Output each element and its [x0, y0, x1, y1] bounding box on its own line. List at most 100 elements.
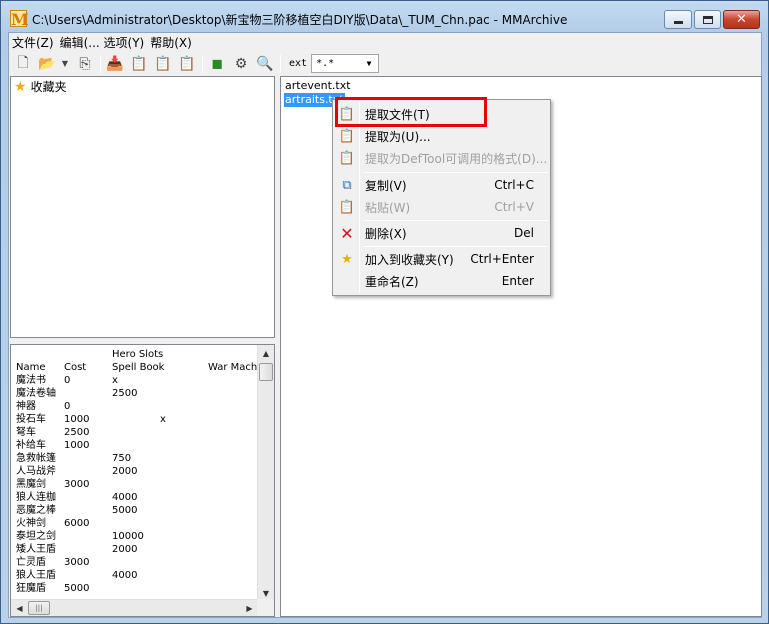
horizontal-scrollbar[interactable]: ◀ ||| ▶ — [11, 599, 258, 616]
menu-delete[interactable]: ✕ 删除(X) Del — [335, 222, 548, 244]
preview-cell: 5000 — [64, 583, 90, 594]
menu-separator — [363, 220, 548, 221]
favorites-tree[interactable]: ★ 收藏夹 — [10, 76, 275, 338]
extract-deftool-icon[interactable]: 📋 — [177, 54, 197, 74]
copy-icon: ⧉ — [342, 177, 352, 193]
menu-shortcut: Ctrl+V — [494, 200, 534, 214]
menu-separator — [363, 172, 548, 173]
menu-label: 提取为DefTool可调用的格式(D)... — [365, 151, 548, 166]
menu-paste[interactable]: 📋 粘贴(W) Ctrl+V — [335, 196, 548, 218]
menu-add-favorite[interactable]: ★ 加入到收藏夹(Y) Ctrl+Enter — [335, 248, 548, 270]
preview-row: 魔法书 0 x — [15, 374, 259, 387]
app-logo-icon: M — [10, 10, 29, 29]
file-item[interactable]: artevent.txt — [284, 79, 352, 93]
toolbar-separator — [100, 54, 101, 73]
find-icon[interactable]: 🔍 — [255, 54, 275, 74]
menu-rename[interactable]: 重命名(Z) Enter — [335, 270, 548, 292]
favorite-star-icon: ★ — [341, 251, 353, 267]
toolbar-separator — [202, 54, 203, 73]
preview-cell: 投石车 — [16, 414, 46, 425]
preview-cell: 5000 — [112, 505, 138, 516]
preview-cell: 2500 — [112, 388, 138, 399]
scroll-thumb[interactable] — [259, 363, 273, 381]
hscroll-thumb[interactable]: ||| — [28, 601, 50, 615]
chevron-down-icon[interactable]: ▼ — [362, 56, 376, 71]
preview-text: Hero Slots Name Cost Spell Book War Mach 魔法书 0… — [15, 348, 259, 600]
preview-cell: 泰坦之剑 — [16, 531, 56, 542]
toolbar-separator — [280, 54, 281, 73]
annotation-highlight-box — [335, 97, 487, 127]
scroll-right-icon[interactable]: ▶ — [241, 600, 258, 616]
preview-cell: 矮人王盾 — [16, 544, 56, 555]
preview-cell: 狼人王盾 — [16, 570, 56, 581]
preview-cell: Name — [16, 362, 46, 373]
minimize-icon — [673, 21, 683, 24]
preview-cell: 急救帐篷 — [16, 453, 56, 464]
preview-cell: 4000 — [112, 492, 138, 503]
extract-as-icon: 📋 — [338, 128, 356, 144]
preview-row: 人马战斧 2000 — [15, 465, 259, 478]
menu-shortcut: Ctrl+C — [494, 178, 534, 192]
ext-filter-value: *.* — [316, 58, 335, 69]
cube-icon[interactable]: ◼ — [207, 54, 227, 74]
new-file-icon[interactable]: 🗋 — [13, 54, 33, 74]
close-button[interactable]: ✕ — [723, 10, 760, 29]
preview-header-row: Hero Slots — [15, 348, 259, 361]
preview-cell: 1000 — [64, 414, 90, 425]
preview-cell: Spell Book — [112, 362, 165, 373]
preview-cell: 3000 — [64, 557, 90, 568]
menu-edit-options[interactable]: 编辑(... 选项(Y) — [59, 34, 146, 51]
star-icon: ★ — [14, 78, 27, 95]
preview-cell: 10000 — [112, 531, 144, 542]
dropdown-arrow-icon[interactable]: ▼ — [61, 54, 69, 74]
preview-row: 弩车 2500 — [15, 426, 259, 439]
add-files-icon[interactable]: 📥 — [105, 54, 125, 74]
favorites-node[interactable]: ★ 收藏夹 — [11, 77, 274, 96]
menu-help[interactable]: 帮助(X) — [149, 34, 193, 51]
title-bar[interactable]: M C:\Users\Administrator\Desktop\新宝物三阶移植… — [1, 1, 768, 33]
menu-label: 提取为(U)... — [365, 129, 431, 144]
open-recent-icon[interactable]: ⎘ — [75, 54, 95, 74]
app-window: M C:\Users\Administrator\Desktop\新宝物三阶移植… — [0, 0, 769, 624]
delete-icon: ✕ — [340, 223, 354, 243]
vertical-scrollbar[interactable]: ▲ ▼ — [257, 345, 274, 602]
preview-row: 恶魔之棒 5000 — [15, 504, 259, 517]
toolbar: 🗋 📂 ▼ ⎘ 📥 📋 📋 📋 ◼ ⚙ 🔍 ext *.* ▼ — [9, 51, 761, 76]
close-icon: ✕ — [736, 12, 747, 27]
menu-copy[interactable]: ⧉ 复制(V) Ctrl+C — [335, 174, 548, 196]
minimize-button[interactable] — [664, 10, 692, 29]
preview-row: 急救帐篷 750 — [15, 452, 259, 465]
extract-as-icon[interactable]: 📋 — [153, 54, 173, 74]
menu-shortcut: Enter — [501, 274, 534, 288]
ext-filter-combo[interactable]: *.* ▼ — [311, 54, 380, 73]
menu-extract-deftool[interactable]: 📋 提取为DefTool可调用的格式(D)... — [335, 147, 548, 169]
preview-cell: 补给车 — [16, 440, 46, 451]
menu-extract-as[interactable]: 📋 提取为(U)... — [335, 125, 548, 147]
scroll-left-icon[interactable]: ◀ — [11, 600, 28, 616]
preview-cell: 6000 — [64, 518, 90, 529]
preview-cell: 神器 — [16, 401, 36, 412]
menu-label: 重命名(Z) — [365, 274, 419, 289]
settings-icon[interactable]: ⚙ — [231, 54, 251, 74]
preview-cell: War Mach — [208, 362, 258, 373]
menu-bar: 文件(Z) 编辑(... 选项(Y) 帮助(X) — [9, 33, 761, 51]
menu-shortcut: Del — [514, 226, 534, 240]
preview-row: 魔法卷轴 2500 — [15, 387, 259, 400]
preview-cell: 黑魔剑 — [16, 479, 46, 490]
scrollbar-corner — [257, 599, 274, 616]
scroll-up-icon[interactable]: ▲ — [258, 345, 274, 362]
menu-file[interactable]: 文件(Z) — [11, 34, 55, 51]
preview-cell: 2000 — [112, 544, 138, 555]
preview-row: 火神剑 6000 — [15, 517, 259, 530]
menu-label: 粘贴(W) — [365, 200, 411, 215]
maximize-button[interactable] — [694, 10, 721, 29]
extract-icon[interactable]: 📋 — [129, 54, 149, 74]
preview-cell: 弩车 — [16, 427, 36, 438]
open-folder-icon[interactable]: 📂 — [37, 54, 57, 74]
preview-row: 亡灵盾 3000 — [15, 556, 259, 569]
preview-pane[interactable]: Hero Slots Name Cost Spell Book War Mach 魔法书 0… — [10, 344, 275, 617]
preview-cell: 3000 — [64, 479, 90, 490]
window-title: C:\Users\Administrator\Desktop\新宝物三阶移植空白… — [32, 13, 568, 27]
context-menu: 📋 提取文件(T) 📋 提取为(U)... 📋 提取为DefTool可调用的格式… — [332, 99, 551, 296]
preview-cell: 1000 — [64, 440, 90, 451]
